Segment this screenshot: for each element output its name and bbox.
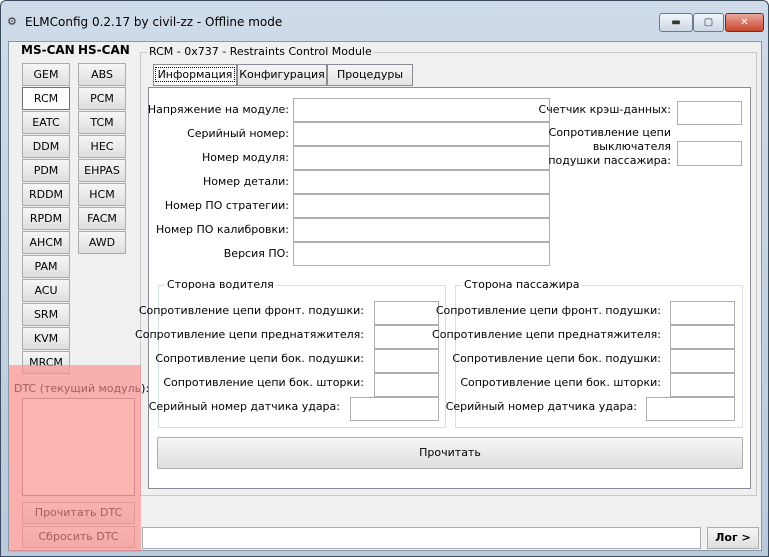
module-button-gem[interactable]: GEM bbox=[22, 63, 70, 86]
module-button-srm[interactable]: SRM bbox=[22, 303, 70, 326]
tab-config[interactable]: Конфигурация bbox=[237, 64, 327, 86]
passenger-pretensioner-label: Сопротивление цепи преднатяжителя: bbox=[432, 328, 661, 341]
driver-curtain-field[interactable] bbox=[374, 373, 439, 397]
voltage-field[interactable] bbox=[293, 98, 550, 122]
sw-version-label: Версия ПО: bbox=[223, 247, 289, 260]
passenger-front-airbag-label: Сопротивление цепи фронт. подушки: bbox=[435, 304, 661, 317]
module-button-pdm[interactable]: PDM bbox=[22, 159, 70, 182]
close-button[interactable]: ✕ bbox=[725, 13, 764, 32]
passenger-crash-sensor-field[interactable] bbox=[646, 397, 735, 421]
client-area: MS-CAN HS-CAN GEM RCM EATC DDM PDM RDDM … bbox=[8, 41, 762, 552]
module-number-field[interactable] bbox=[293, 146, 550, 170]
read-dtc-button[interactable]: Прочитать DTC bbox=[22, 502, 135, 524]
maximize-button[interactable]: ▢ bbox=[693, 13, 724, 32]
driver-side-title: Сторона водителя bbox=[165, 278, 276, 291]
passenger-switch-label-line1: Сопротивление цепи bbox=[548, 126, 671, 139]
driver-side-airbag-field[interactable] bbox=[374, 349, 439, 373]
dtc-label: DTC (текущий модуль): bbox=[14, 382, 150, 395]
tab-info[interactable]: Информация bbox=[153, 64, 237, 86]
driver-front-airbag-field[interactable] bbox=[374, 301, 439, 325]
passenger-side-airbag-field[interactable] bbox=[670, 349, 735, 373]
module-button-mrcm[interactable]: MRCM bbox=[22, 351, 70, 374]
driver-pretensioner-label: Сопротивление цепи преднатяжителя: bbox=[135, 328, 364, 341]
passenger-side-title: Сторона пассажира bbox=[462, 278, 582, 291]
passenger-side-airbag-label: Сопротивление цепи бок. подушки: bbox=[452, 352, 661, 365]
passenger-switch-label-line2: выключателя bbox=[592, 140, 671, 153]
passenger-switch-field[interactable] bbox=[677, 141, 742, 166]
ms-can-header: MS-CAN bbox=[21, 43, 75, 57]
crash-counter-label: Счетчик крэш-данных: bbox=[538, 103, 671, 116]
driver-pretensioner-field[interactable] bbox=[374, 325, 439, 349]
title-bar[interactable]: ⚙ ELMConfig 0.2.17 by civil-zz - Offline… bbox=[1, 1, 768, 41]
module-number-label: Номер модуля: bbox=[201, 151, 289, 164]
serial-number-field[interactable] bbox=[293, 122, 550, 146]
module-button-rcm[interactable]: RCM bbox=[22, 87, 70, 110]
app-icon: ⚙ bbox=[7, 15, 17, 28]
passenger-pretensioner-field[interactable] bbox=[670, 325, 735, 349]
module-button-facm[interactable]: FACM bbox=[78, 207, 126, 230]
module-button-hcm[interactable]: HCM bbox=[78, 183, 126, 206]
module-button-ahcm[interactable]: AHCM bbox=[22, 231, 70, 254]
module-button-hec[interactable]: HEC bbox=[78, 135, 126, 158]
window-title: ELMConfig 0.2.17 by civil-zz - Offline m… bbox=[25, 15, 283, 29]
part-number-label: Номер детали: bbox=[203, 175, 289, 188]
module-button-pcm[interactable]: PCM bbox=[78, 87, 126, 110]
driver-crash-sensor-label: Серийный номер датчика удара: bbox=[148, 400, 340, 413]
module-button-ehpas[interactable]: EHPAS bbox=[78, 159, 126, 182]
minimize-button[interactable]: ▬ bbox=[659, 13, 693, 32]
strategy-sw-field[interactable] bbox=[293, 194, 550, 218]
module-button-ddm[interactable]: DDM bbox=[22, 135, 70, 158]
tab-procedures[interactable]: Процедуры bbox=[327, 64, 413, 86]
read-button[interactable]: Прочитать bbox=[157, 437, 743, 469]
module-group-title: RCM - 0x737 - Restraints Control Module bbox=[147, 45, 374, 58]
passenger-crash-sensor-label: Серийный номер датчика удара: bbox=[445, 400, 637, 413]
part-number-field[interactable] bbox=[293, 170, 550, 194]
module-button-acu[interactable]: ACU bbox=[22, 279, 70, 302]
driver-curtain-label: Сопротивление цепи бок. шторки: bbox=[163, 376, 364, 389]
voltage-label: Напряжение на модуле: bbox=[147, 103, 289, 116]
serial-number-label: Серийный номер: bbox=[187, 127, 289, 140]
log-button[interactable]: Лог > bbox=[707, 527, 759, 549]
module-button-pam[interactable]: PAM bbox=[22, 255, 70, 278]
passenger-curtain-field[interactable] bbox=[670, 373, 735, 397]
passenger-curtain-label: Сопротивление цепи бок. шторки: bbox=[460, 376, 661, 389]
driver-side-airbag-label: Сопротивление цепи бок. подушки: bbox=[155, 352, 364, 365]
dtc-list[interactable] bbox=[22, 398, 135, 496]
status-field[interactable] bbox=[142, 527, 701, 549]
crash-counter-field[interactable] bbox=[677, 101, 742, 125]
passenger-front-airbag-field[interactable] bbox=[670, 301, 735, 325]
calibration-sw-label: Номер ПО калибровки: bbox=[155, 223, 289, 236]
module-button-rpdm[interactable]: RPDM bbox=[22, 207, 70, 230]
module-button-rddm[interactable]: RDDM bbox=[22, 183, 70, 206]
reset-dtc-button[interactable]: Сбросить DTC bbox=[22, 526, 135, 548]
strategy-sw-label: Номер ПО стратегии: bbox=[164, 199, 289, 212]
module-button-abs[interactable]: ABS bbox=[78, 63, 126, 86]
module-button-kvm[interactable]: KVM bbox=[22, 327, 70, 350]
sw-version-field[interactable] bbox=[293, 242, 550, 266]
module-button-awd[interactable]: AWD bbox=[78, 231, 126, 254]
tab-info-label: Информация bbox=[154, 67, 236, 82]
app-window: ⚙ ELMConfig 0.2.17 by civil-zz - Offline… bbox=[0, 0, 769, 557]
passenger-switch-label-line3: подушки пассажира: bbox=[548, 154, 671, 167]
calibration-sw-field[interactable] bbox=[293, 218, 550, 242]
module-button-eatc[interactable]: EATC bbox=[22, 111, 70, 134]
driver-front-airbag-label: Сопротивление цепи фронт. подушки: bbox=[138, 304, 364, 317]
module-button-tcm[interactable]: TCM bbox=[78, 111, 126, 134]
driver-crash-sensor-field[interactable] bbox=[350, 397, 439, 421]
hs-can-header: HS-CAN bbox=[78, 43, 130, 57]
